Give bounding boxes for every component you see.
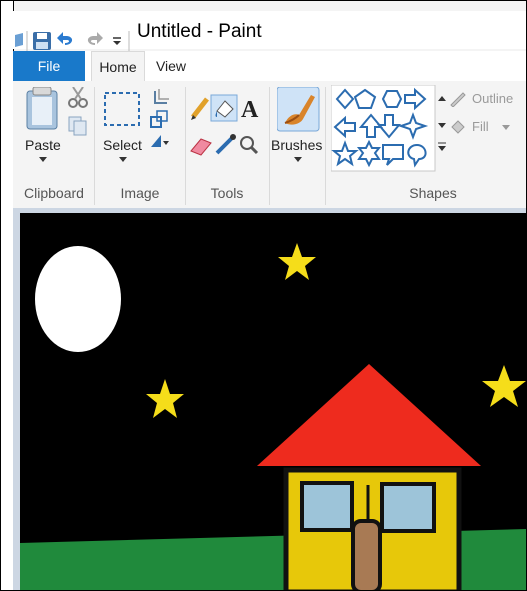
house-window-right [380, 482, 436, 533]
group-separator [325, 87, 326, 205]
undo-icon[interactable] [57, 32, 73, 45]
brushes-icon[interactable] [277, 87, 321, 133]
text-icon[interactable]: A [241, 97, 259, 123]
shapes-group-label: Shapes [409, 185, 457, 201]
group-separator [94, 87, 95, 205]
fill-icon[interactable] [449, 117, 467, 135]
star-top [278, 243, 316, 280]
image-group-label: Image [120, 185, 160, 201]
fill-dropdown-icon[interactable] [502, 125, 510, 131]
tools-group-label: Tools [210, 185, 244, 201]
paint-app-icon [15, 33, 23, 47]
pencil-icon[interactable] [191, 97, 209, 120]
paste-icon[interactable] [26, 87, 58, 130]
fill-button[interactable]: Fill [472, 119, 489, 134]
customize-toolbar-icon[interactable] [113, 37, 121, 45]
tab-view[interactable]: View [150, 51, 192, 81]
cut-icon[interactable] [68, 87, 88, 108]
eraser-icon[interactable] [190, 138, 212, 156]
shapes-scroll-down-icon [438, 123, 446, 128]
clipboard-group-label: Clipboard [24, 185, 84, 201]
color-picker-icon[interactable] [215, 134, 236, 155]
group-separator [185, 87, 186, 205]
shapes-scroll [438, 96, 446, 151]
magnifier-icon[interactable] [240, 136, 259, 155]
moon [35, 246, 121, 352]
save-icon[interactable] [33, 32, 51, 50]
rotate-icon[interactable] [151, 135, 169, 147]
paste-button[interactable]: Paste [25, 137, 61, 153]
copy-icon[interactable] [68, 116, 87, 136]
shapes-gallery[interactable] [331, 85, 443, 173]
star-left [146, 379, 184, 418]
window-title: Untitled - Paint [137, 21, 262, 42]
clipboard-icons [26, 87, 88, 136]
house-door [351, 519, 382, 590]
paint-window: Untitled - Paint File Home View Paste Cl… [0, 0, 527, 591]
ribbon-home: Paste Clipboard Select Image A Tools Bru… [13, 81, 526, 209]
drawing-canvas[interactable] [20, 213, 526, 590]
select-icon[interactable] [104, 92, 140, 126]
tools-icons: A [190, 94, 259, 156]
group-separator [269, 87, 270, 205]
redo-icon[interactable] [87, 32, 103, 45]
brushes-button[interactable]: Brushes [271, 137, 322, 153]
outline-icon[interactable] [449, 89, 467, 107]
select-dropdown-icon[interactable] [119, 157, 127, 163]
tab-home[interactable]: Home [91, 51, 145, 83]
brushes-dropdown-icon[interactable] [294, 157, 302, 163]
fill-bucket-icon[interactable] [210, 94, 238, 122]
shapes-expand-icon [438, 142, 446, 151]
ribbon-tabs: File Home View [13, 51, 526, 83]
house-roof [257, 364, 481, 466]
house-window-left [300, 481, 354, 532]
select-button[interactable]: Select [103, 137, 142, 153]
star-right [482, 365, 526, 407]
title-bar: Untitled - Paint [1, 11, 526, 51]
outline-button[interactable]: Outline [472, 91, 513, 106]
drawing [20, 243, 526, 590]
crop-icon[interactable] [154, 89, 169, 104]
paste-dropdown-icon[interactable] [39, 157, 47, 163]
quick-access-toolbar [15, 31, 130, 51]
svg-text:A: A [241, 97, 259, 123]
shapes-scroll-up-icon [438, 96, 446, 101]
tab-file[interactable]: File [13, 51, 85, 81]
resize-icon[interactable] [150, 110, 168, 128]
